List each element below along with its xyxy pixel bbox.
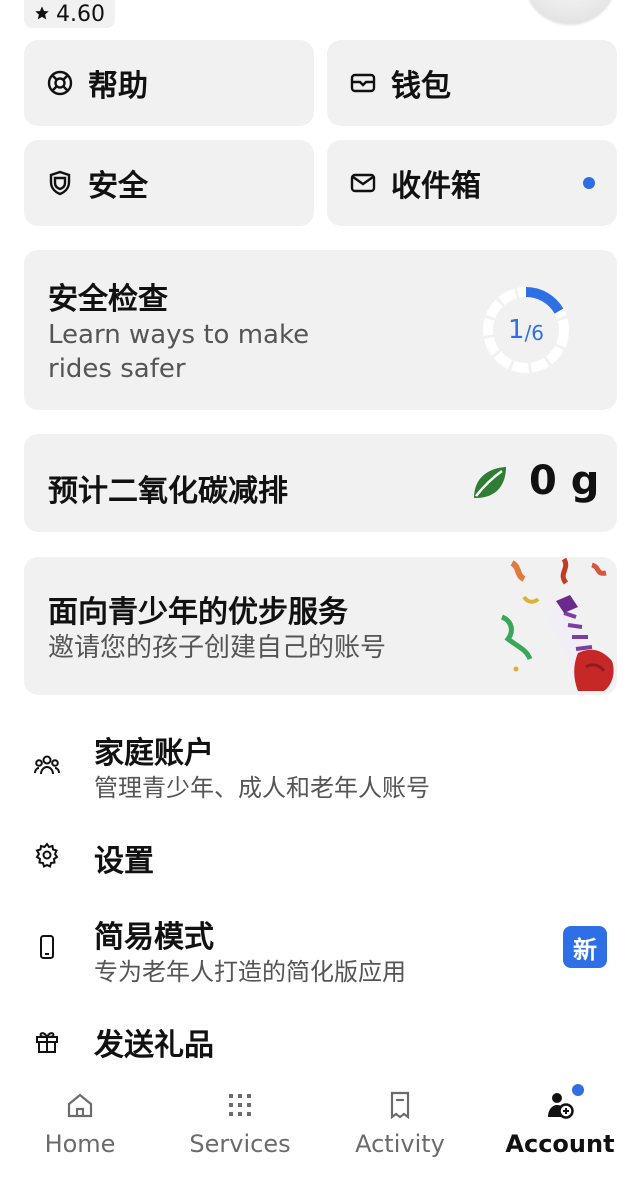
wallet-tile[interactable]: 钱包 (327, 40, 617, 126)
tab-account[interactable]: Account (480, 1084, 640, 1158)
safety-tile[interactable]: 安全 (24, 140, 314, 226)
gear-icon (34, 842, 60, 868)
teen-card[interactable]: 面向青少年的优步服务 邀请您的孩子创建自己的账号 (24, 557, 617, 695)
safety-label: 安全 (88, 169, 148, 204)
tab-activity[interactable]: Activity (320, 1088, 480, 1158)
menu-item-family-title: 家庭账户 (94, 736, 214, 771)
menu-item-settings-title: 设置 (94, 844, 154, 879)
star-icon (34, 2, 50, 27)
mail-icon (349, 169, 377, 197)
safety-check-title: 安全检查 (48, 282, 168, 317)
progress-ring: 1 /6 (480, 284, 572, 376)
phone-icon (34, 934, 60, 960)
tab-account-label: Account (505, 1130, 615, 1158)
menu-item-gift[interactable]: 发送礼品 (0, 1018, 641, 1068)
co2-label: 预计二氧化碳减排 (48, 474, 288, 509)
progress-total: /6 (524, 321, 544, 345)
safety-check-subtitle-2: rides safer (48, 354, 186, 384)
lifebuoy-icon (46, 69, 74, 97)
leaf-icon (468, 462, 510, 508)
tab-home-label: Home (44, 1130, 116, 1158)
menu-item-simple-title: 简易模式 (94, 920, 214, 955)
avatar[interactable] (525, 0, 615, 24)
receipt-icon (320, 1088, 480, 1122)
home-icon (0, 1088, 160, 1122)
gift-icon (34, 1028, 60, 1054)
party-popper-illustration (494, 557, 617, 699)
help-tile[interactable]: 帮助 (24, 40, 314, 126)
account-icon (480, 1084, 640, 1122)
grid-icon (160, 1088, 320, 1122)
rating-value: 4.60 (56, 1, 105, 27)
unread-dot (583, 177, 595, 189)
help-label: 帮助 (88, 69, 148, 104)
account-notification-dot (572, 1084, 584, 1096)
shield-icon (46, 169, 74, 197)
inbox-tile[interactable]: 收件箱 (327, 140, 617, 226)
tab-home[interactable]: Home (0, 1088, 160, 1158)
menu-item-settings[interactable]: 设置 (0, 834, 641, 884)
tab-activity-label: Activity (355, 1130, 445, 1158)
wallet-icon (349, 69, 377, 97)
co2-value: 0 g (529, 458, 600, 504)
safety-check-subtitle-1: Learn ways to make (48, 320, 310, 350)
menu-item-family-subtitle: 管理青少年、成人和老年人账号 (94, 774, 430, 802)
people-icon (34, 752, 60, 778)
bottom-tab-bar: Home Services Activity Account (0, 1076, 641, 1200)
rating-chip: 4.60 (24, 0, 115, 28)
teen-subtitle: 邀请您的孩子创建自己的账号 (48, 633, 387, 663)
tab-services[interactable]: Services (160, 1088, 320, 1158)
menu-item-family[interactable]: 家庭账户 管理青少年、成人和老年人账号 (0, 726, 641, 806)
co2-card[interactable]: 预计二氧化碳减排 0 g (24, 434, 617, 532)
safety-check-card[interactable]: 安全检查 Learn ways to make rides safer 1 /6 (24, 250, 617, 410)
wallet-label: 钱包 (391, 69, 451, 104)
teen-title: 面向青少年的优步服务 (48, 595, 348, 630)
new-badge: 新 (563, 926, 607, 968)
menu-item-gift-title: 发送礼品 (94, 1028, 214, 1063)
menu-item-simple-mode[interactable]: 简易模式 专为老年人打造的简化版应用 新 (0, 908, 641, 988)
menu-item-simple-subtitle: 专为老年人打造的简化版应用 (94, 958, 406, 986)
progress-done: 1 (507, 315, 525, 345)
inbox-label: 收件箱 (391, 169, 481, 204)
tab-services-label: Services (189, 1130, 291, 1158)
